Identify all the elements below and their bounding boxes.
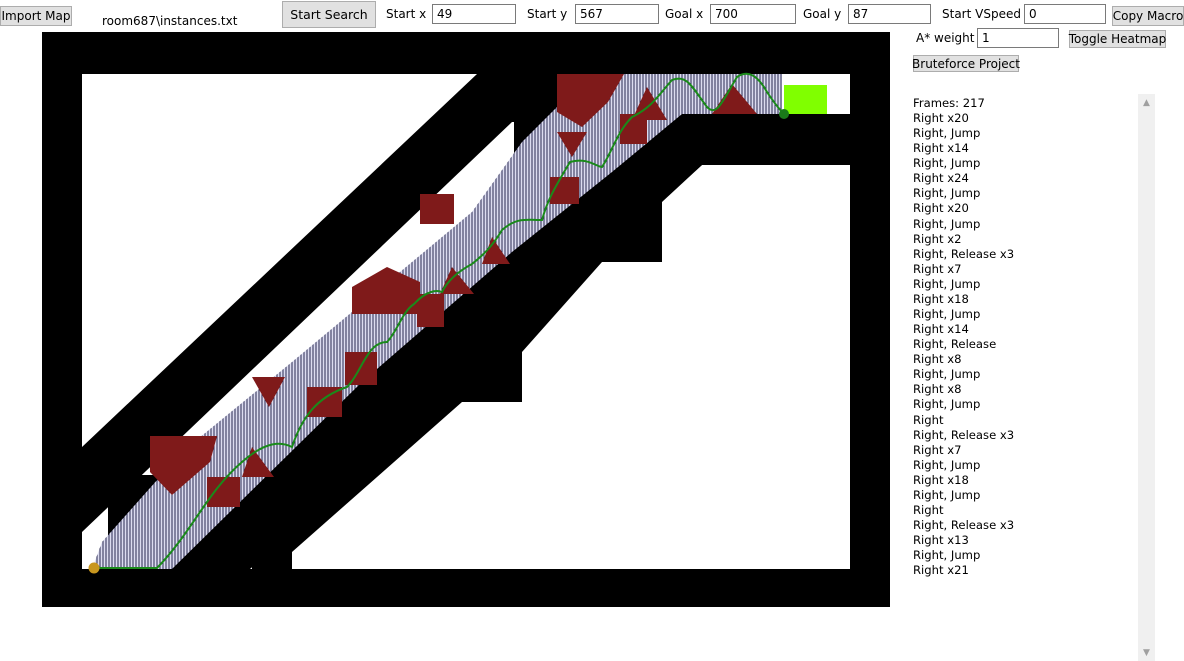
scroll-up-icon[interactable]: ▲ bbox=[1138, 94, 1155, 111]
log-step: Right x20 bbox=[913, 111, 969, 125]
log-step: Right, Jump bbox=[913, 156, 981, 171]
log-step: Right, Jump bbox=[913, 126, 981, 141]
log-step: Right, Release bbox=[913, 337, 997, 352]
goal-y-label: Goal y bbox=[803, 7, 842, 21]
start-x-label: Start x bbox=[386, 7, 427, 21]
log-step: Right x7 bbox=[913, 261, 962, 276]
bruteforce-project-button[interactable]: Bruteforce Project bbox=[912, 55, 1020, 72]
log-step: Right x14 bbox=[913, 322, 969, 337]
log-step: Right x8 bbox=[913, 382, 962, 397]
log-step: Right, Jump bbox=[913, 397, 981, 412]
log-step: Right, Release x3 bbox=[913, 518, 1015, 533]
start-vspeed-label: Start VSpeed bbox=[942, 7, 1021, 21]
log-scrollbar[interactable]: ▲ ▼ bbox=[1138, 94, 1155, 661]
log-step: Right x18 bbox=[913, 472, 969, 487]
start-search-button[interactable]: Start Search bbox=[282, 1, 376, 28]
astar-weight-input[interactable] bbox=[977, 28, 1059, 48]
log-step: Right x24 bbox=[913, 171, 969, 186]
log-step: Right, Jump bbox=[913, 186, 981, 201]
frames-label: Frames: 217 bbox=[913, 96, 985, 110]
start-y-input[interactable] bbox=[575, 4, 659, 24]
map-canvas[interactable] bbox=[42, 32, 890, 607]
log-step: Right, Jump bbox=[913, 276, 981, 291]
log-step: Right, Release x3 bbox=[913, 427, 1015, 442]
goal-zone bbox=[784, 85, 827, 114]
input-log-list: Right x20 Right, Jump Right x14 Right, Jump… bbox=[913, 111, 1133, 578]
copy-macro-button[interactable]: Copy Macro bbox=[1112, 6, 1184, 26]
log-step: Right, Jump bbox=[913, 307, 981, 322]
goal-x-label: Goal x bbox=[665, 7, 704, 21]
log-step: Right x14 bbox=[913, 141, 969, 156]
astar-weight-label: A* weight bbox=[916, 31, 975, 45]
log-step: Right x8 bbox=[913, 352, 962, 367]
log-step: Right, Release x3 bbox=[913, 246, 1015, 261]
log-step: Right bbox=[913, 412, 944, 427]
log-step: Right, Jump bbox=[913, 367, 981, 382]
log-step: Right, Jump bbox=[913, 487, 981, 502]
start-vspeed-input[interactable] bbox=[1024, 4, 1106, 24]
log-step: Right x21 bbox=[913, 563, 969, 578]
log-step: Right x20 bbox=[913, 201, 969, 216]
log-step: Right, Jump bbox=[913, 216, 981, 231]
start-marker bbox=[88, 562, 100, 574]
log-step: Right x13 bbox=[913, 533, 969, 548]
goal-marker bbox=[779, 109, 789, 119]
file-path-label: room687\instances.txt bbox=[102, 14, 238, 28]
toggle-heatmap-button[interactable]: Toggle Heatmap bbox=[1069, 30, 1166, 48]
goal-y-input[interactable] bbox=[848, 4, 931, 24]
log-step: Right bbox=[913, 503, 944, 518]
start-x-input[interactable] bbox=[432, 4, 516, 24]
import-map-button[interactable]: Import Map bbox=[0, 6, 72, 26]
goal-x-input[interactable] bbox=[710, 4, 796, 24]
log-step: Right x7 bbox=[913, 442, 962, 457]
start-y-label: Start y bbox=[527, 7, 568, 21]
log-step: Right, Jump bbox=[913, 548, 981, 563]
scroll-down-icon[interactable]: ▼ bbox=[1138, 644, 1155, 661]
log-step: Right, Jump bbox=[913, 457, 981, 472]
log-step: Right x2 bbox=[913, 231, 962, 246]
log-step: Right x18 bbox=[913, 291, 969, 306]
